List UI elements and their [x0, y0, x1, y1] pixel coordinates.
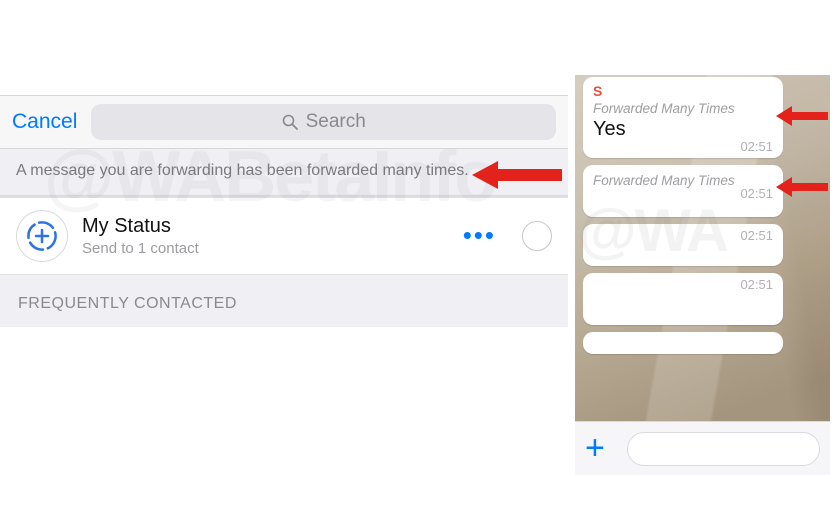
compose-bar: + — [575, 421, 830, 475]
timestamp: 02:51 — [740, 277, 773, 292]
message-bubble[interactable]: 02:51 — [583, 224, 783, 266]
more-button[interactable]: ••• — [463, 220, 496, 251]
status-title: My Status — [82, 215, 463, 238]
timestamp: 02:51 — [740, 228, 773, 243]
my-status-row[interactable]: My Status Send to 1 contact ••• — [0, 197, 568, 275]
search-input[interactable]: Search — [91, 104, 556, 140]
search-row: Cancel Search — [0, 95, 568, 149]
message-bubble[interactable]: S Forwarded Many Times Yes 02:51 — [583, 77, 783, 158]
timestamp: 02:51 — [740, 139, 773, 154]
cancel-button[interactable]: Cancel — [12, 110, 77, 134]
message-text: Yes — [593, 116, 773, 141]
status-subtitle: Send to 1 contact — [82, 240, 463, 257]
attach-button[interactable]: + — [585, 429, 621, 468]
forwarded-label: Forwarded Many Times — [593, 99, 773, 116]
select-radio[interactable] — [522, 221, 552, 251]
message-bubble[interactable]: Forwarded Many Times 02:51 — [583, 165, 783, 217]
timestamp: 02:51 — [740, 186, 773, 201]
search-placeholder: Search — [306, 111, 366, 133]
status-add-icon — [16, 210, 68, 262]
chat-preview: S Forwarded Many Times Yes 02:51 Forward… — [575, 75, 830, 475]
message-bubble[interactable] — [583, 332, 783, 354]
message-bubble[interactable]: 02:51 — [583, 273, 783, 325]
forward-warning-text: A message you are forwarding has been fo… — [16, 162, 469, 179]
sender-label: S — [593, 83, 773, 99]
compose-input[interactable] — [627, 432, 820, 466]
forward-sheet: Cancel Search A message you are forwardi… — [0, 95, 568, 327]
frequently-contacted-header: FREQUENTLY CONTACTED — [0, 275, 568, 327]
forward-warning-banner: A message you are forwarding has been fo… — [0, 149, 568, 197]
search-icon — [282, 114, 298, 130]
